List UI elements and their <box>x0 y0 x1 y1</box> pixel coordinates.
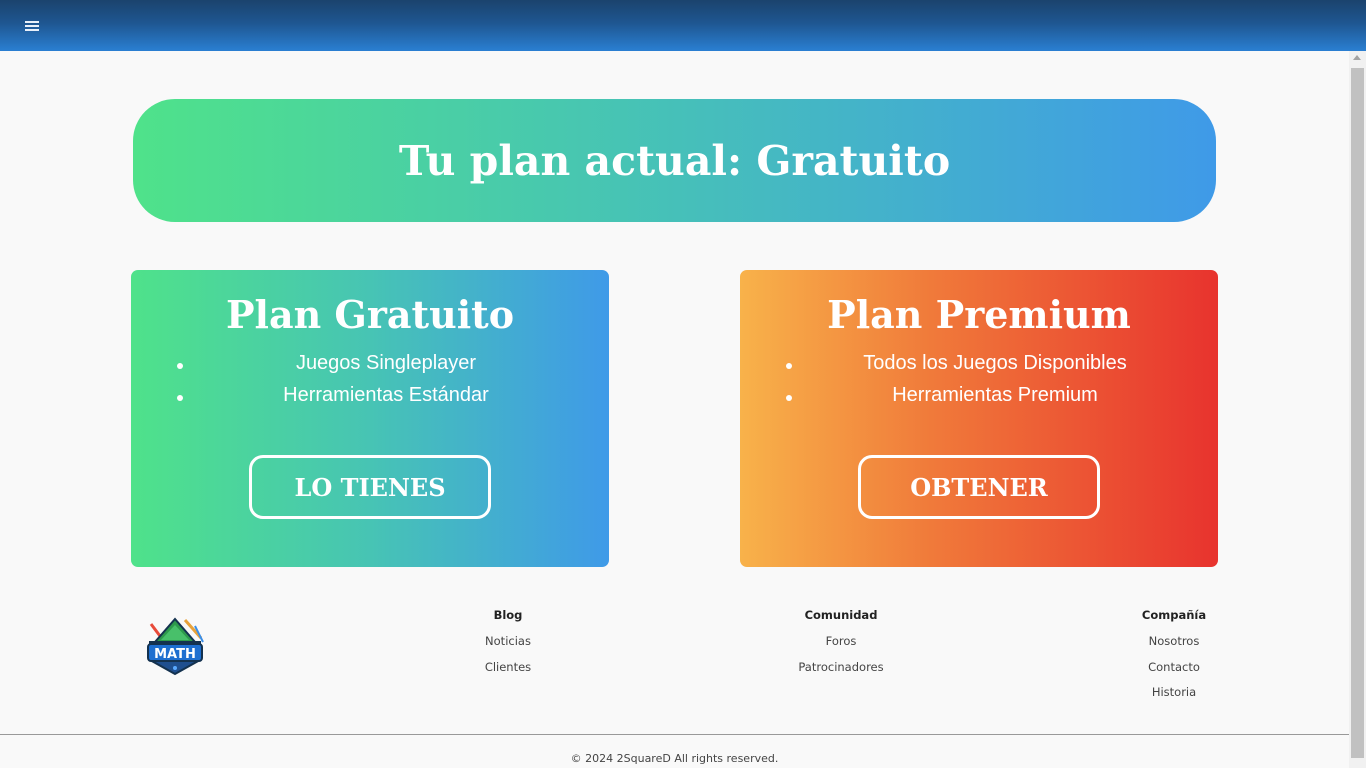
footer-heading: Comunidad <box>804 608 878 622</box>
hamburger-icon-line <box>25 29 39 31</box>
footer-heading: Blog <box>493 608 523 622</box>
math-logo[interactable]: MATH <box>145 616 205 676</box>
footer-heading: Compañía <box>1141 608 1207 622</box>
footer-column-comunidad: Comunidad Foros Patrocinadores <box>781 607 901 684</box>
current-plan-banner: Tu plan actual: Gratuito <box>133 99 1216 222</box>
top-navbar <box>0 0 1366 51</box>
footer-link-historia[interactable]: Historia <box>1124 684 1224 710</box>
footer-link-clientes[interactable]: Clientes <box>458 659 558 685</box>
plan-title: Plan Premium <box>827 292 1131 337</box>
plan-card-free: Plan Gratuito Juegos Singleplayer Herram… <box>131 270 609 567</box>
feature-item: Herramientas Estándar <box>131 384 609 416</box>
math-logo-icon: MATH <box>147 617 204 676</box>
copyright-text: © 2024 2SquareD All rights reserved. <box>570 752 779 765</box>
logo-text: MATH <box>154 647 196 662</box>
plan-title: Plan Gratuito <box>225 292 515 337</box>
footer-link-contacto[interactable]: Contacto <box>1124 659 1224 685</box>
lo-tienes-button[interactable]: LO TIENES <box>249 455 491 519</box>
scroll-thumb[interactable] <box>1351 68 1364 758</box>
hamburger-icon-line <box>25 25 39 27</box>
vertical-scrollbar[interactable] <box>1349 51 1366 768</box>
footer-link-foros[interactable]: Foros <box>781 633 901 659</box>
current-plan-title: Tu plan actual: Gratuito <box>398 136 951 185</box>
feature-list: Todos los Juegos Disponibles Herramienta… <box>740 352 1218 416</box>
obtener-button[interactable]: OBTENER <box>858 455 1100 519</box>
hamburger-icon <box>25 21 39 23</box>
footer-column-blog: Blog Noticias Clientes <box>458 607 558 684</box>
footer-link-nosotros[interactable]: Nosotros <box>1124 633 1224 659</box>
feature-item: Herramientas Premium <box>740 384 1218 416</box>
footer-column-compania: Compañía Nosotros Contacto Historia <box>1124 607 1224 710</box>
feature-list: Juegos Singleplayer Herramientas Estánda… <box>131 352 609 416</box>
footer-link-patrocinadores[interactable]: Patrocinadores <box>781 659 901 685</box>
plan-card-premium: Plan Premium Todos los Juegos Disponible… <box>740 270 1218 567</box>
scroll-up-arrow-icon[interactable] <box>1353 55 1361 60</box>
hamburger-menu-button[interactable] <box>22 17 42 33</box>
footer-divider <box>0 734 1349 735</box>
footer-link-noticias[interactable]: Noticias <box>458 633 558 659</box>
feature-item: Juegos Singleplayer <box>131 352 609 384</box>
feature-item: Todos los Juegos Disponibles <box>740 352 1218 384</box>
